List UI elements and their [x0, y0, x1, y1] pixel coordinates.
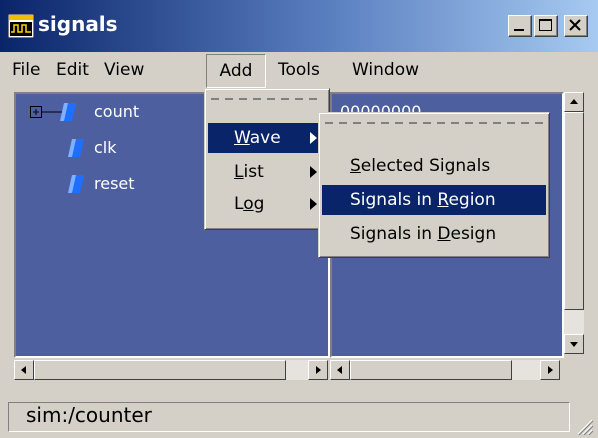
arrow-left-icon — [337, 366, 342, 374]
menu-view[interactable]: View — [104, 58, 144, 82]
menu-bar: File Edit View Add Tools Window — [0, 52, 598, 90]
menu-tools[interactable]: Tools — [278, 58, 320, 82]
arrow-down-icon — [570, 342, 578, 347]
scroll-down-button[interactable] — [564, 334, 584, 354]
scroll-thumb[interactable] — [34, 360, 286, 380]
status-text: sim:/counter — [26, 403, 152, 427]
arrow-up-icon — [570, 99, 578, 104]
vertical-scrollbar[interactable] — [564, 92, 584, 354]
scroll-up-button[interactable] — [564, 92, 584, 112]
tearoff-line[interactable] — [325, 119, 543, 127]
submenu-arrow-icon — [310, 166, 317, 178]
menu-edit[interactable]: Edit — [56, 58, 89, 82]
wave-submenu: Selected Signals Signals in Region Signa… — [318, 112, 550, 258]
add-menu-item-log[interactable]: Log — [208, 189, 326, 219]
add-menu-item-wave[interactable]: Wave — [208, 123, 326, 153]
names-horizontal-scrollbar[interactable] — [14, 360, 328, 380]
signal-row[interactable]: clk — [28, 136, 228, 160]
tearoff-line[interactable] — [211, 95, 323, 103]
resize-grip-icon[interactable] — [572, 414, 594, 436]
submenu-arrow-icon — [310, 198, 317, 210]
wave-menu-item-signals-in-region[interactable]: Signals in Region — [322, 185, 546, 215]
signal-icon — [68, 139, 84, 157]
scroll-right-button[interactable] — [540, 360, 560, 380]
arrow-right-icon — [548, 366, 553, 374]
wave-menu-item-signals-in-design[interactable]: Signals in Design — [322, 219, 546, 249]
maximize-icon — [539, 19, 552, 31]
expand-tree-icon[interactable] — [30, 106, 64, 120]
signal-icon — [60, 103, 76, 121]
scroll-left-button[interactable] — [330, 360, 350, 380]
wave-window-icon[interactable] — [7, 13, 35, 39]
menu-file[interactable]: File — [12, 58, 40, 82]
wave-menu-item-selected-signals[interactable]: Selected Signals — [322, 151, 546, 181]
close-icon — [569, 19, 581, 31]
scroll-right-button[interactable] — [308, 360, 328, 380]
arrow-left-icon — [21, 366, 26, 374]
minimize-icon — [514, 29, 524, 31]
arrow-right-icon — [316, 366, 321, 374]
signal-name: reset — [94, 174, 135, 193]
signal-icon — [68, 175, 84, 193]
minimize-button[interactable] — [508, 15, 532, 37]
window-title: signals — [38, 12, 118, 36]
add-menu-item-list[interactable]: List — [208, 157, 326, 187]
signal-name: clk — [94, 138, 117, 157]
values-horizontal-scrollbar[interactable] — [330, 360, 560, 380]
maximize-button[interactable] — [534, 15, 558, 37]
signal-row[interactable]: reset — [28, 172, 228, 196]
scroll-thumb[interactable] — [350, 360, 512, 380]
menu-add[interactable]: Add — [206, 54, 266, 88]
menu-window[interactable]: Window — [352, 58, 419, 82]
scroll-thumb[interactable] — [564, 112, 584, 310]
submenu-arrow-icon — [310, 132, 317, 144]
signal-row[interactable]: count — [28, 100, 228, 124]
scroll-left-button[interactable] — [14, 360, 34, 380]
close-button[interactable] — [564, 15, 588, 37]
signal-name: count — [94, 102, 140, 121]
add-menu: Wave List Log — [204, 88, 330, 230]
